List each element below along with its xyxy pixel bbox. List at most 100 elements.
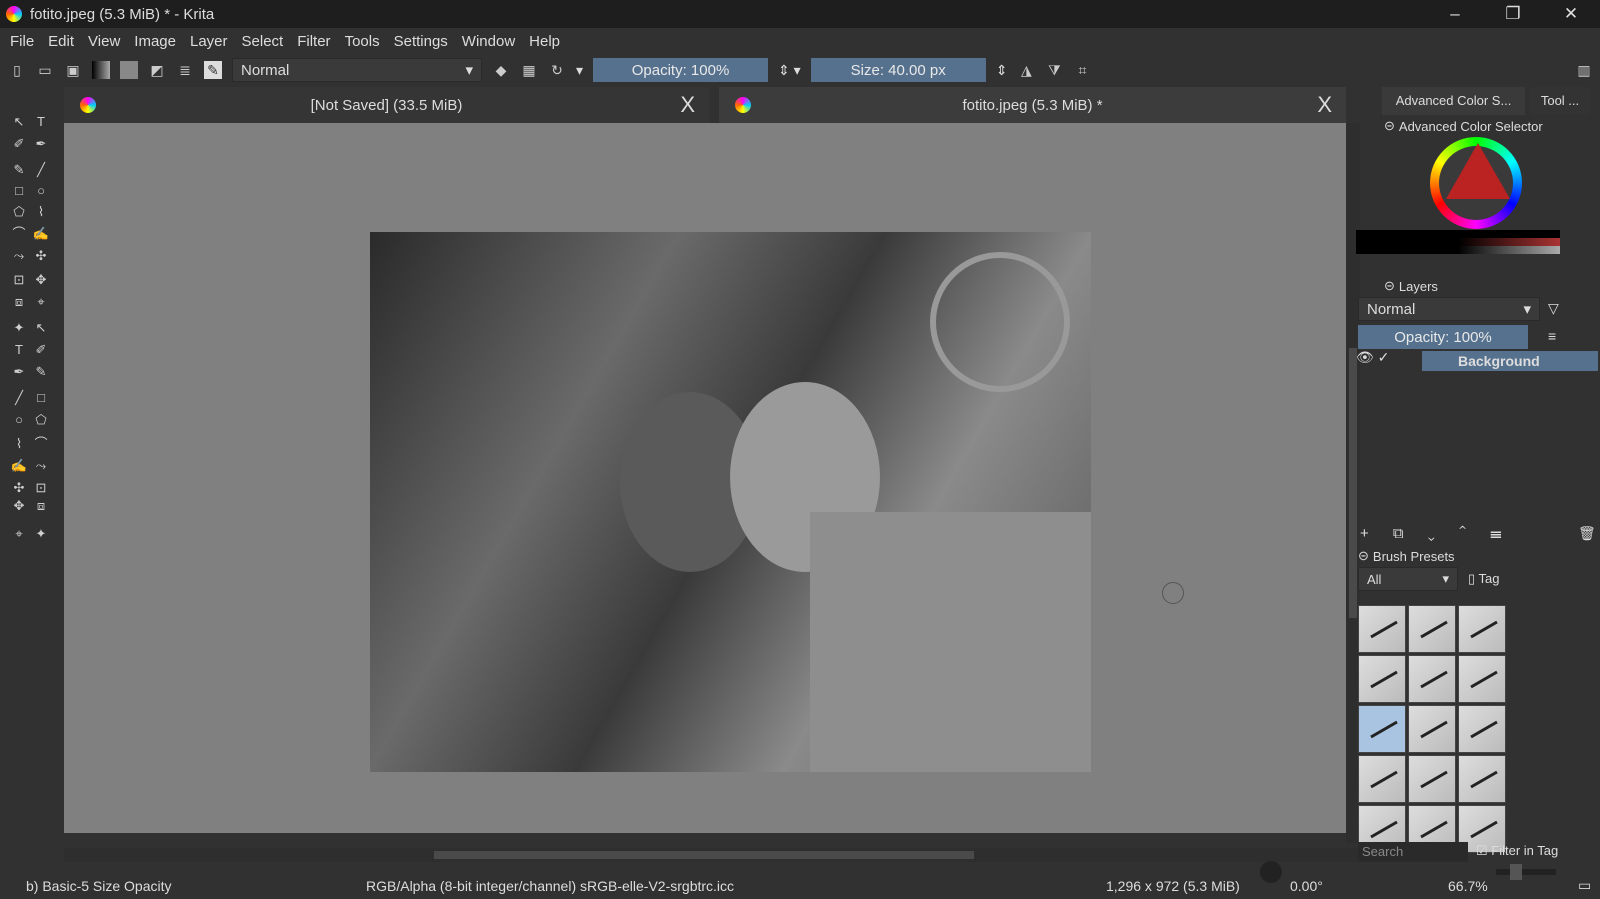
- brush-preset[interactable]: [1358, 755, 1406, 803]
- tool-icon[interactable]: ⊡: [10, 271, 28, 289]
- tool-icon[interactable]: ○: [10, 411, 28, 429]
- menu-window[interactable]: Window: [462, 33, 515, 50]
- menu-settings[interactable]: Settings: [394, 33, 448, 50]
- maximize-button[interactable]: ❐: [1498, 4, 1528, 24]
- tool-icon[interactable]: ✦: [32, 525, 50, 543]
- filter-in-tag-checkbox[interactable]: ☑ Filter in Tag: [1476, 843, 1558, 859]
- color-bar[interactable]: [1356, 238, 1560, 246]
- new-document-icon[interactable]: ▯: [8, 61, 26, 79]
- lock-icon[interactable]: ⊝: [1358, 548, 1369, 564]
- tool-icon[interactable]: ✐: [10, 135, 28, 153]
- delete-layer-icon[interactable]: 🗑: [1578, 525, 1596, 542]
- alpha-lock-icon[interactable]: ▦: [520, 61, 538, 79]
- tool-icon[interactable]: ⌇: [32, 203, 50, 221]
- tool-icon[interactable]: ⬠: [10, 203, 28, 221]
- tool-icon[interactable]: □: [10, 182, 28, 200]
- brush-preset[interactable]: [1458, 655, 1506, 703]
- spin-arrows-icon[interactable]: ⇕ ▾: [778, 62, 801, 79]
- layer-blend-select[interactable]: Normal ▾: [1358, 297, 1540, 321]
- brush-preset[interactable]: [1358, 605, 1406, 653]
- tag-button[interactable]: ▯ Tag: [1468, 571, 1500, 587]
- tool-icon[interactable]: ⤳: [32, 457, 50, 475]
- wrap-around-icon[interactable]: ⌗: [1073, 61, 1091, 79]
- display-icon[interactable]: ▭: [1578, 877, 1591, 894]
- brush-preset[interactable]: [1458, 705, 1506, 753]
- layer-row-background[interactable]: Background: [1422, 351, 1598, 371]
- tool-icon[interactable]: ⧈: [32, 497, 50, 515]
- tool-icon[interactable]: ✎: [10, 161, 28, 179]
- brush-preset[interactable]: [1408, 705, 1456, 753]
- tool-icon[interactable]: ✣: [32, 247, 50, 265]
- tool-icon[interactable]: ✐: [32, 341, 50, 359]
- eraser-icon[interactable]: ◆: [492, 61, 510, 79]
- tool-icon[interactable]: ↖: [32, 319, 50, 337]
- tab-advanced-color[interactable]: Advanced Color S...: [1382, 87, 1525, 115]
- rotation-icon[interactable]: [1260, 861, 1282, 883]
- brush-preset[interactable]: [1458, 755, 1506, 803]
- layer-opacity-slider[interactable]: Opacity: 100%: [1358, 325, 1528, 349]
- tool-icon[interactable]: □: [32, 389, 50, 407]
- brush-preset[interactable]: [1408, 605, 1456, 653]
- brush-preset[interactable]: [1358, 705, 1406, 753]
- size-slider[interactable]: Size: 40.00 px: [810, 58, 986, 82]
- spin-arrows-icon[interactable]: ⇕: [996, 62, 1008, 79]
- tool-icon[interactable]: ✦: [10, 319, 28, 337]
- brush-preset[interactable]: [1408, 755, 1456, 803]
- zoom-slider[interactable]: [1496, 864, 1556, 880]
- tool-icon[interactable]: ✥: [10, 497, 28, 515]
- image-photo[interactable]: [370, 232, 1091, 772]
- tool-icon[interactable]: ✍: [10, 457, 28, 475]
- reload-preset-icon[interactable]: ↻: [548, 61, 566, 79]
- menu-view[interactable]: View: [88, 33, 120, 50]
- tool-icon[interactable]: ✒: [10, 363, 28, 381]
- rotation-value[interactable]: 0.00°: [1290, 878, 1323, 894]
- brush-tag-select[interactable]: All ▾: [1358, 567, 1458, 591]
- menu-image[interactable]: Image: [134, 33, 176, 50]
- menu-file[interactable]: File: [10, 33, 34, 50]
- tool-icon[interactable]: ⌖: [10, 525, 28, 543]
- tab-tool-options[interactable]: Tool ...: [1530, 87, 1590, 115]
- open-document-icon[interactable]: ▭: [36, 61, 54, 79]
- tool-icon[interactable]: ⌒: [32, 435, 50, 453]
- close-button[interactable]: ✕: [1556, 4, 1586, 24]
- tool-icon[interactable]: ○: [32, 182, 50, 200]
- brush-settings-icon[interactable]: ≣: [176, 61, 194, 79]
- mirror-horizontal-icon[interactable]: ◮: [1017, 61, 1035, 79]
- opacity-slider[interactable]: Opacity: 100%: [593, 58, 769, 82]
- horizontal-scrollbar[interactable]: [64, 848, 1360, 862]
- brush-search-input[interactable]: Search: [1358, 842, 1468, 862]
- filter-icon[interactable]: ▽: [1548, 300, 1559, 317]
- tool-icon[interactable]: ↖: [10, 113, 28, 131]
- menu-icon[interactable]: ≡: [1548, 328, 1556, 344]
- visibility-icon[interactable]: 👁 ✓: [1356, 349, 1396, 369]
- gradient-icon[interactable]: [92, 61, 110, 79]
- brush-preset[interactable]: [1408, 655, 1456, 703]
- tool-icon[interactable]: T: [10, 341, 28, 359]
- color-wheel[interactable]: [1430, 137, 1522, 229]
- menu-filter[interactable]: Filter: [297, 33, 330, 50]
- tool-icon[interactable]: ✍: [32, 225, 50, 243]
- color-bar[interactable]: [1356, 230, 1560, 238]
- workspace-icon[interactable]: ▥: [1575, 61, 1593, 79]
- tool-icon[interactable]: ⧈: [10, 293, 28, 311]
- tool-icon[interactable]: ⤳: [10, 247, 28, 265]
- tool-icon[interactable]: ⬠: [32, 411, 50, 429]
- save-icon[interactable]: ▣: [64, 61, 82, 79]
- brush-preset[interactable]: [1458, 605, 1506, 653]
- tool-icon[interactable]: ╱: [32, 161, 50, 179]
- tool-icon[interactable]: ⌇: [10, 435, 28, 453]
- layer-actions[interactable]: + ⧉ ⌄ ⌃ ☰: [1360, 525, 1512, 542]
- fg-bg-color-icon[interactable]: ◩: [148, 61, 166, 79]
- menu-layer[interactable]: Layer: [190, 33, 228, 50]
- brush-preset[interactable]: [1358, 655, 1406, 703]
- tool-icon[interactable]: T: [32, 113, 50, 131]
- mirror-vertical-icon[interactable]: ⧩: [1045, 61, 1063, 79]
- tool-icon[interactable]: ╱: [10, 389, 28, 407]
- menu-select[interactable]: Select: [242, 33, 284, 50]
- color-bar[interactable]: [1356, 246, 1560, 254]
- blend-mode-select[interactable]: Normal ▾: [232, 58, 482, 82]
- tab-fotito[interactable]: fotito.jpeg (5.3 MiB) * X: [719, 87, 1346, 123]
- tool-icon[interactable]: ⌖: [32, 293, 50, 311]
- tab-not-saved[interactable]: [Not Saved] (33.5 MiB) X: [64, 87, 709, 123]
- tool-icon[interactable]: ✎: [32, 363, 50, 381]
